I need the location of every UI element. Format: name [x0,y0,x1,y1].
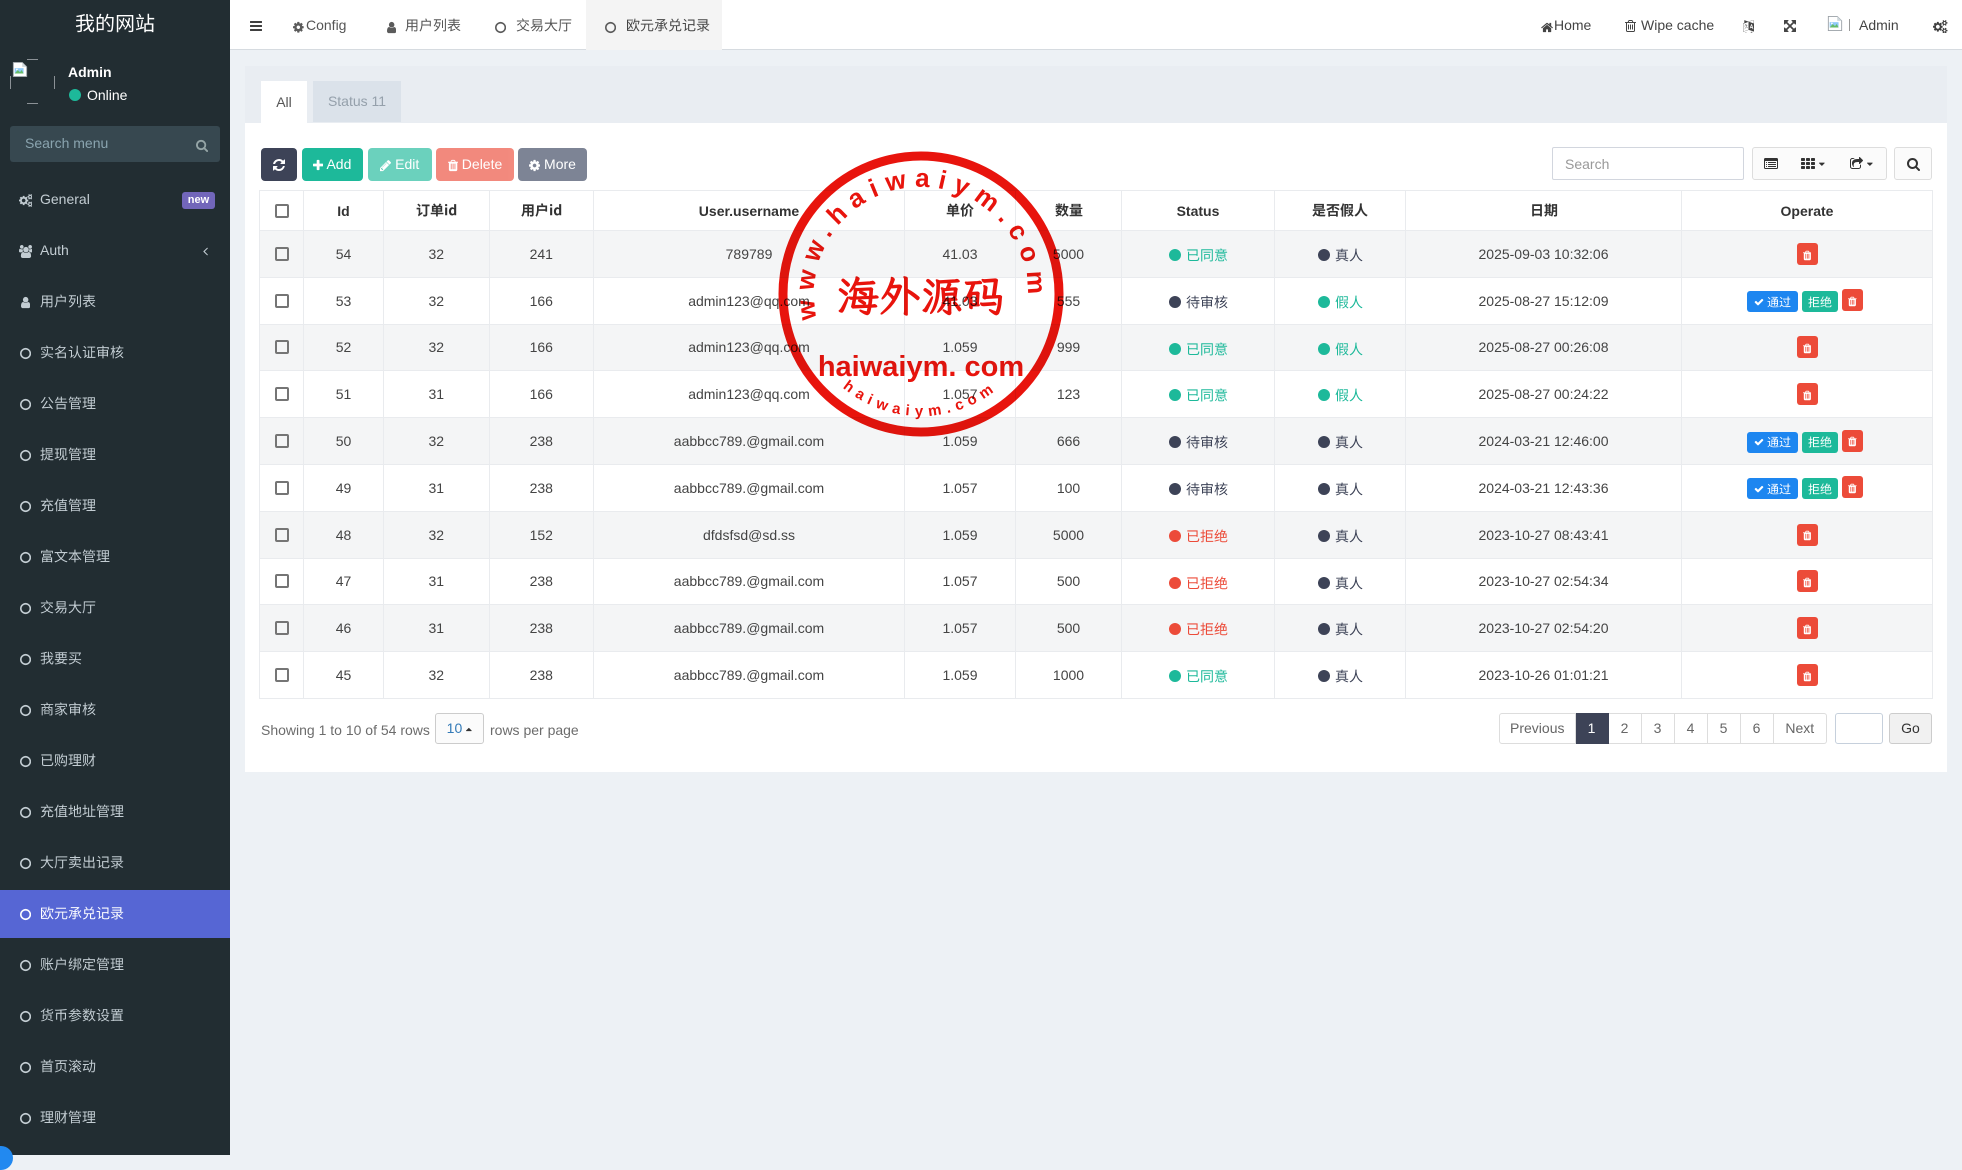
svg-text:haiwaiym. com: haiwaiym. com [818,351,1024,383]
svg-text:haiwaiym.com: haiwaiym.com [840,377,1001,420]
